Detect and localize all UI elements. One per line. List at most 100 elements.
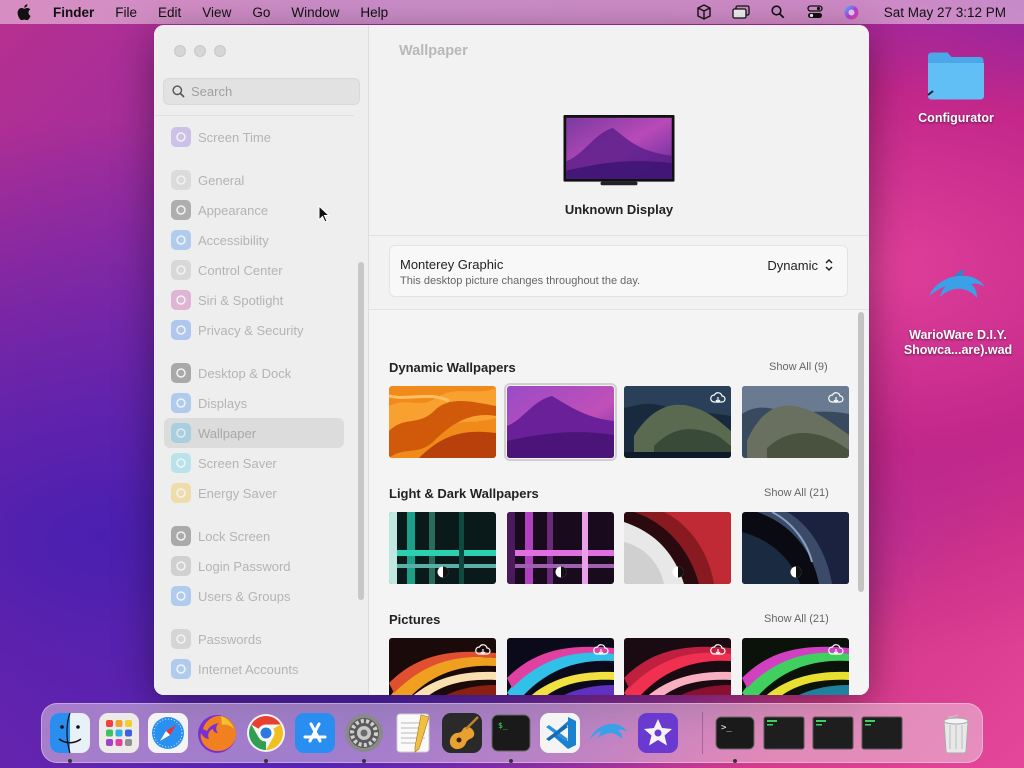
dock-vscode[interactable] xyxy=(538,711,582,755)
sidebar-item-passwords[interactable]: Passwords xyxy=(164,624,344,654)
desktop-icon-wad-file[interactable]: WarioWare D.I.Y. Showca...are).wad xyxy=(896,268,1020,357)
search-field[interactable] xyxy=(163,78,360,105)
window-controls xyxy=(174,45,226,57)
wallpaper-thumb-ventura[interactable] xyxy=(389,386,496,458)
dock-firefox[interactable] xyxy=(195,711,239,755)
sidebar-item-general[interactable]: General xyxy=(164,165,344,195)
sidebar-item-siri-spotlight[interactable]: Siri & Spotlight xyxy=(164,285,344,315)
wallpaper-thumb-light-dark-4[interactable] xyxy=(742,512,849,584)
textedit-icon xyxy=(396,713,430,753)
display-name: Unknown Display xyxy=(564,202,674,217)
dock-textedit[interactable] xyxy=(391,711,435,755)
wallpaper-thumb-light-dark-3[interactable] xyxy=(624,512,731,584)
spotlight-search-icon[interactable] xyxy=(769,4,787,20)
dock-console-3[interactable] xyxy=(860,711,904,755)
dock-separator xyxy=(702,712,703,754)
download-cloud-icon xyxy=(828,644,844,655)
dock-dolphin[interactable] xyxy=(587,711,631,755)
dock-safari[interactable] xyxy=(146,711,190,755)
sidebar-item-screen-time[interactable]: Screen Time xyxy=(164,122,344,152)
sidebar-item-label: Screen Time xyxy=(198,129,271,145)
wallpaper-thumb-catalina-evening[interactable] xyxy=(742,386,849,458)
box-icon[interactable] xyxy=(695,4,713,20)
menu-go[interactable]: Go xyxy=(252,5,270,20)
sidebar-item-appearance[interactable]: Appearance xyxy=(164,195,344,225)
dock-launchpad[interactable] xyxy=(97,711,141,755)
current-wallpaper-card: Monterey Graphic This desktop picture ch… xyxy=(389,245,848,297)
wallpaper-thumb-monterey[interactable] xyxy=(504,383,617,461)
current-wallpaper-name: Monterey Graphic xyxy=(400,257,504,272)
dock-app-store[interactable] xyxy=(293,711,337,755)
sidebar-item-internet-accounts[interactable]: Internet Accounts xyxy=(164,654,344,684)
menu-app-name[interactable]: Finder xyxy=(53,5,94,20)
light-dark-mode-icon xyxy=(437,566,449,578)
siri-icon xyxy=(171,290,191,310)
menu-window[interactable]: Window xyxy=(291,5,339,20)
app-store-icon xyxy=(295,713,335,753)
sidebar-item-login-password[interactable]: Login Password xyxy=(164,551,344,581)
control-center-icon[interactable] xyxy=(806,4,824,20)
sidebar-scrollbar[interactable] xyxy=(358,262,364,600)
menu-bar: Finder File Edit View Go Window Help Sat… xyxy=(0,0,1024,24)
dock-chrome[interactable] xyxy=(244,711,288,755)
dock-terminal-window[interactable]: >_ xyxy=(713,711,757,755)
control-center-icon xyxy=(171,260,191,280)
dock-system-settings[interactable] xyxy=(342,711,386,755)
sidebar-item-control-center[interactable]: Control Center xyxy=(164,255,344,285)
wallpaper-thumb-picture-2[interactable] xyxy=(507,638,614,695)
running-indicator xyxy=(733,759,737,763)
windows-icon[interactable] xyxy=(732,4,750,20)
dock-console-2[interactable] xyxy=(811,711,855,755)
svg-text:>_: >_ xyxy=(721,723,732,733)
wallpaper-thumb-catalina[interactable] xyxy=(624,386,731,458)
battery-icon xyxy=(171,483,191,503)
dock-imovie[interactable] xyxy=(636,711,680,755)
dock-terminal[interactable]: $_ xyxy=(489,711,533,755)
show-all-pictures-button[interactable]: Show All (21) xyxy=(764,613,829,625)
menu-file[interactable]: File xyxy=(115,5,137,20)
sidebar-item-label: Lock Screen xyxy=(198,528,271,544)
desktop-icon-configurator[interactable]: Configurator xyxy=(900,48,1012,125)
running-indicator xyxy=(509,759,513,763)
minimize-button[interactable] xyxy=(194,45,206,57)
menu-view[interactable]: View xyxy=(202,5,231,20)
wallpaper-mode-select[interactable]: Dynamic xyxy=(767,257,835,273)
current-wallpaper-description: This desktop picture changes throughout … xyxy=(400,275,641,287)
light-dark-mode-icon xyxy=(672,566,684,578)
search-input[interactable] xyxy=(191,84,351,99)
menu-clock[interactable]: Sat May 27 3:12 PM xyxy=(884,5,1006,20)
sidebar-item-screen-saver[interactable]: Screen Saver xyxy=(164,448,344,478)
sidebar-item-accessibility[interactable]: Accessibility xyxy=(164,225,344,255)
sidebar-item-desktop-dock[interactable]: Desktop & Dock xyxy=(164,358,344,388)
wallpaper-thumb-picture-4[interactable] xyxy=(742,638,849,695)
dock-trash[interactable] xyxy=(934,711,978,755)
sidebar-item-label: Energy Saver xyxy=(198,485,277,501)
updown-chevron-icon xyxy=(825,258,833,272)
sidebar-item-users-groups[interactable]: Users & Groups xyxy=(164,581,344,611)
sidebar-item-energy-saver[interactable]: Energy Saver xyxy=(164,478,344,508)
sidebar-item-lock-screen[interactable]: Lock Screen xyxy=(164,521,344,551)
dock-console-1[interactable] xyxy=(762,711,806,755)
menu-help[interactable]: Help xyxy=(360,5,388,20)
apple-menu-icon[interactable] xyxy=(17,4,37,20)
wallpaper-thumb-picture-3[interactable] xyxy=(624,638,731,695)
show-all-dynamic-button[interactable]: Show All (9) xyxy=(769,361,828,373)
wallpaper-thumb-light-dark-1[interactable] xyxy=(389,512,496,584)
download-cloud-icon xyxy=(593,644,609,655)
running-indicator xyxy=(264,759,268,763)
wallpaper-thumb-light-dark-2[interactable] xyxy=(507,512,614,584)
gallery-scrollbar[interactable] xyxy=(858,312,864,592)
sidebar-item-wallpaper[interactable]: Wallpaper xyxy=(164,418,344,448)
desktop-icon-label: Configurator xyxy=(918,111,994,125)
wallpaper-thumb-picture-1[interactable] xyxy=(389,638,496,695)
dock-garageband[interactable] xyxy=(440,711,484,755)
sidebar-item-privacy-security[interactable]: Privacy & Security xyxy=(164,315,344,345)
menu-edit[interactable]: Edit xyxy=(158,5,181,20)
close-button[interactable] xyxy=(174,45,186,57)
zoom-button[interactable] xyxy=(214,45,226,57)
siri-icon[interactable] xyxy=(843,4,861,20)
show-all-light-dark-button[interactable]: Show All (21) xyxy=(764,487,829,499)
dock-finder[interactable] xyxy=(48,711,92,755)
lock-icon xyxy=(171,526,191,546)
sidebar-item-displays[interactable]: Displays xyxy=(164,388,344,418)
